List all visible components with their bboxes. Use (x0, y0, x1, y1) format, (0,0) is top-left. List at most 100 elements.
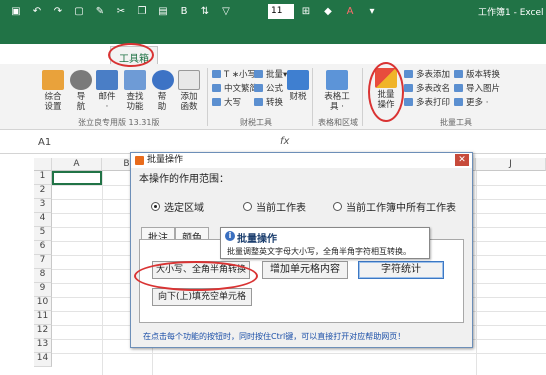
help-icon (152, 70, 174, 90)
version-convert-button[interactable]: 版本转换 (454, 70, 500, 80)
radio-label: 当前工作表 (256, 203, 306, 214)
settings-icon (42, 70, 64, 90)
tab-page-layout[interactable]: 页面布局 (195, 48, 235, 63)
row-header[interactable]: 11 (34, 311, 52, 325)
table-tools-button[interactable]: 表格工 具 · (320, 70, 354, 112)
multi-sheet-add-button[interactable]: 多表添加 (404, 70, 450, 80)
separator (312, 68, 313, 126)
tooltip-text: 批量调整英文字母大小写，全角半角字符相互转换。 (227, 247, 411, 256)
tab-view[interactable]: 视图 (348, 48, 368, 63)
radio-dot (151, 202, 160, 211)
mail-icon (96, 70, 118, 90)
add-cell-content-button[interactable]: 增加单元格内容 (262, 261, 348, 279)
row-header[interactable]: 13 (34, 339, 52, 353)
find-icon (124, 70, 146, 90)
help-button[interactable]: 帮 助 (152, 70, 174, 112)
group-label-batch: 批量工具 (440, 118, 472, 127)
group-label-brand: 张立良专用版 13.31版 (78, 118, 160, 127)
batch-dropdown[interactable]: 批量▾ (254, 70, 287, 80)
gridline (52, 353, 546, 354)
lowercase-button[interactable]: T ∗小写 (212, 70, 256, 80)
radio-all-sheets[interactable]: 当前工作簿中所有工作表 (333, 199, 456, 214)
ribbon-body: 综合 设置 导 航 邮件 · 查找 功能 帮 助 添加 函数 张立良专用版 13… (0, 64, 546, 130)
radio-current-sheet[interactable]: 当前工作表 (243, 199, 306, 214)
row-header[interactable]: 4 (34, 213, 52, 227)
settings-button[interactable]: 综合 设置 (40, 70, 66, 112)
row-header[interactable]: 9 (34, 283, 52, 297)
separator (207, 68, 208, 126)
add-function-label: 添加 函数 (180, 92, 198, 112)
cut-icon[interactable]: ✂ (115, 6, 127, 18)
row-header[interactable]: 5 (34, 227, 52, 241)
import-image-button[interactable]: 导入图片 (454, 84, 500, 94)
tooltip-title: 批量操作 (237, 234, 277, 245)
tab-developer[interactable]: 开发工具 (386, 48, 426, 63)
navigate-label: 导 航 (76, 92, 86, 112)
document-title: 工作簿1 - Excel (478, 8, 544, 18)
copy-icon[interactable]: ❐ (136, 6, 148, 18)
mail-button[interactable]: 邮件 · (96, 70, 118, 112)
close-icon[interactable]: ✕ (455, 154, 469, 166)
formula-button[interactable]: 公式 (254, 84, 283, 94)
convert-button[interactable]: 转换 (254, 98, 283, 108)
mail-label: 邮件 · (98, 92, 116, 112)
chinese-simplified-button[interactable]: 中文繁简 (212, 84, 258, 94)
table-icon (326, 70, 348, 90)
bold-icon[interactable]: B (178, 6, 190, 18)
tooltip: i 批量操作 批量调整英文字母大小写，全角半角字符相互转换。 (220, 227, 430, 259)
font-size-select[interactable]: 11 (268, 4, 294, 19)
tab-data[interactable]: 数据 (282, 48, 302, 63)
border-icon[interactable]: ⊞ (300, 6, 312, 18)
add-function-button[interactable]: 添加 函数 (176, 70, 202, 112)
row-header[interactable]: 10 (34, 297, 52, 311)
title-bar: ▣ ↶ ↷ ▢ ✎ ✂ ❐ ▤ B ⇅ ▽ 11 ⊞ ◆ A ▾ 工作簿1 - … (0, 0, 546, 44)
fx-icon[interactable]: fx (280, 136, 289, 147)
separator (362, 68, 363, 126)
group-label-table-region: 表格和区域 (318, 118, 358, 127)
row-header[interactable]: 12 (34, 325, 52, 339)
ctrl-hint: 在点击每个功能的按钮时，同时按住Ctrl键，可以直接打开对应帮助网页！ (143, 332, 406, 341)
more-button[interactable]: 更多 · (454, 98, 488, 108)
font-color-icon[interactable]: A (344, 6, 356, 18)
tab-file[interactable]: 文件 (48, 48, 68, 63)
select-all-corner[interactable] (34, 158, 52, 171)
tab-insert[interactable]: 插入 (160, 48, 180, 63)
radio-selected-range[interactable]: 选定区域 (151, 199, 204, 214)
uppercase-button[interactable]: 大写 (212, 98, 241, 108)
char-stats-button[interactable]: 字符统计 (358, 261, 444, 279)
tab-home[interactable]: 开始 (81, 48, 101, 63)
navigate-button[interactable]: 导 航 (70, 70, 92, 112)
name-box[interactable]: A1 (38, 137, 51, 148)
table-tools-label: 表格工 具 · (324, 92, 350, 112)
row-header[interactable]: 7 (34, 255, 52, 269)
new-icon[interactable]: ▢ (73, 6, 85, 18)
redo-icon[interactable]: ↷ (52, 6, 64, 18)
tab-formulas[interactable]: 公式 (247, 48, 267, 63)
multi-sheet-print-button[interactable]: 多表打印 (404, 98, 450, 108)
multi-sheet-rename-button[interactable]: 多表改名 (404, 84, 450, 94)
row-header[interactable]: 6 (34, 241, 52, 255)
fill-color-icon[interactable]: ◆ (322, 6, 334, 18)
active-cell-a1[interactable] (52, 171, 102, 185)
column-header[interactable]: J (476, 158, 546, 171)
tell-me-box[interactable]: ♀ 告诉我你想要做什么 (433, 48, 523, 61)
tab-review[interactable]: 审阅 (315, 48, 335, 63)
row-header[interactable]: 14 (34, 353, 52, 367)
more-icon[interactable]: ▾ (366, 6, 378, 18)
filter-icon[interactable]: ▽ (220, 6, 232, 18)
finance-button[interactable]: 财税 (286, 70, 310, 102)
find-button[interactable]: 查找 功能 (122, 70, 148, 112)
save-icon[interactable]: ▣ (10, 6, 22, 18)
row-header[interactable]: 3 (34, 199, 52, 213)
gridline (476, 171, 477, 375)
row-header[interactable]: 1 (34, 171, 52, 185)
row-header[interactable]: 2 (34, 185, 52, 199)
undo-icon[interactable]: ↶ (31, 6, 43, 18)
column-header[interactable]: A (52, 158, 102, 171)
help-label: 帮 助 (157, 92, 167, 112)
function-icon (178, 70, 200, 90)
brush-icon[interactable]: ✎ (94, 6, 106, 18)
sort-icon[interactable]: ⇅ (199, 6, 211, 18)
row-header[interactable]: 8 (34, 269, 52, 283)
paste-icon[interactable]: ▤ (157, 6, 169, 18)
